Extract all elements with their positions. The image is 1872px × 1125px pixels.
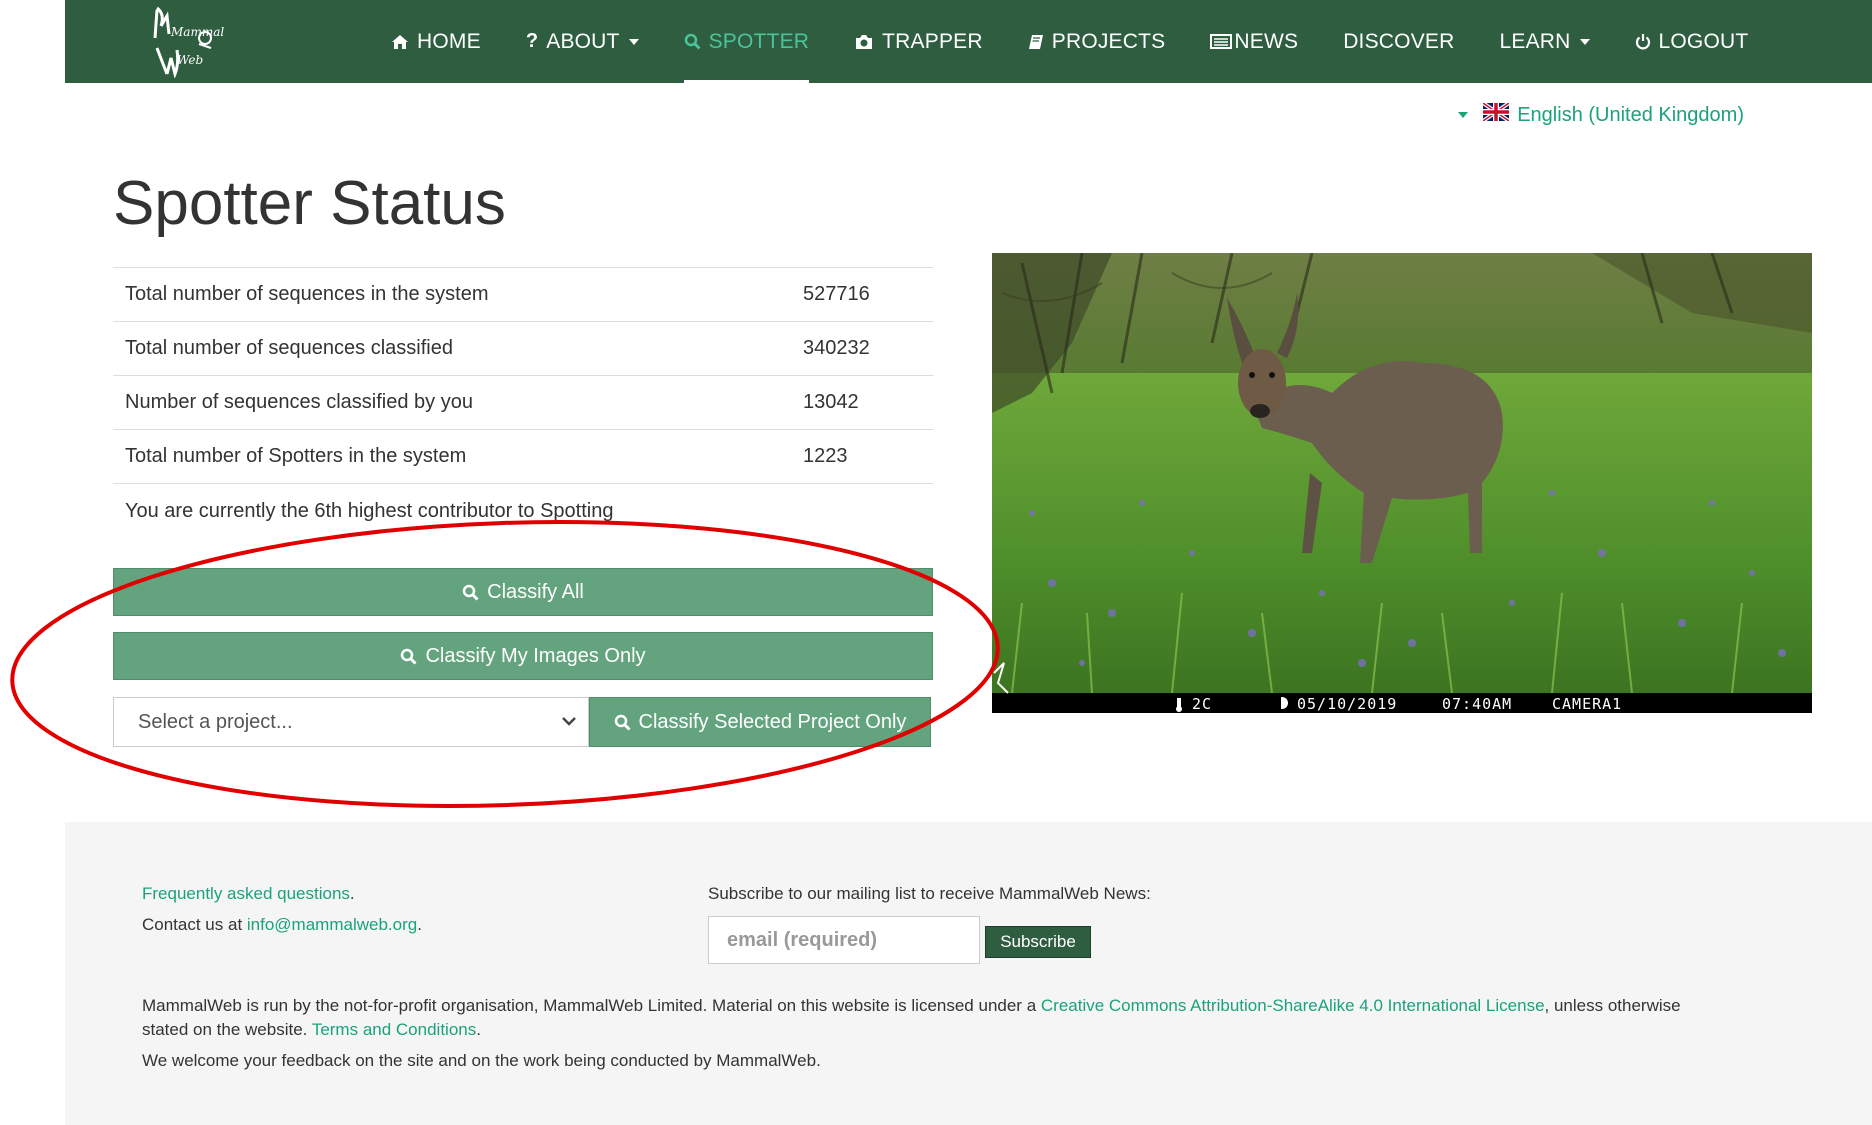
power-icon xyxy=(1635,33,1651,50)
project-select[interactable]: Select a project... xyxy=(113,697,589,747)
nav-trapper[interactable]: TRAPPER xyxy=(854,0,983,83)
mammalweb-logo[interactable]: Mammal Web xyxy=(147,4,227,79)
license-line-2: stated on the website. Terms and Conditi… xyxy=(142,1020,481,1039)
nav-projects-label: PROJECTS xyxy=(1051,29,1166,53)
moon-phase-icon xyxy=(1276,697,1288,709)
faq-link[interactable]: Frequently asked questions xyxy=(142,884,350,903)
camera-icon xyxy=(854,34,874,50)
spotter-stats-table: Total number of sequences in the system … xyxy=(113,267,933,484)
search-icon xyxy=(400,648,418,665)
project-select-placeholder: Select a project... xyxy=(138,710,293,733)
page-title: Spotter Status xyxy=(113,169,506,238)
terms-link[interactable]: Terms and Conditions xyxy=(312,1020,476,1039)
newspaper-icon xyxy=(1210,34,1233,49)
nav-trapper-label: TRAPPER xyxy=(882,29,983,53)
nav-discover[interactable]: DISCOVER xyxy=(1343,0,1454,83)
subscribe-text: Subscribe to our mailing list to receive… xyxy=(708,884,1151,903)
nav-home-label: HOME xyxy=(417,29,481,53)
nav-learn-label: LEARN xyxy=(1499,29,1571,53)
stat-value: 340232 xyxy=(791,321,933,376)
classify-my-images-label: Classify My Images Only xyxy=(425,644,646,667)
license-prefix: MammalWeb is run by the not-for-profit o… xyxy=(142,996,1041,1015)
email-input[interactable] xyxy=(708,916,980,964)
camera-temp: 2C xyxy=(1192,695,1212,713)
search-icon xyxy=(614,714,631,731)
nav-logout-label: LOGOUT xyxy=(1658,29,1749,53)
contact-line: Contact us at info@mammalweb.org. xyxy=(142,915,422,934)
feedback-text: We welcome your feedback on the site and… xyxy=(142,1051,821,1070)
classify-my-images-button[interactable]: Classify My Images Only xyxy=(113,632,933,680)
logo-text-top: Mammal xyxy=(170,25,224,39)
stat-label: Total number of sequences in the system xyxy=(113,267,791,322)
table-row: Total number of sequences classified 340… xyxy=(113,321,933,376)
license-line2: stated on the website. xyxy=(142,1020,312,1039)
table-row: Total number of Spotters in the system 1… xyxy=(113,429,933,484)
chevron-down-icon xyxy=(1579,38,1590,45)
contributor-rank-text: You are currently the 6th highest contri… xyxy=(125,500,614,522)
question-icon: ? xyxy=(525,30,539,52)
contact-prefix: Contact us at xyxy=(142,915,247,934)
nav-news[interactable]: NEWS xyxy=(1210,0,1298,83)
footer: Frequently asked questions. Contact us a… xyxy=(65,822,1872,1125)
caret-down-icon xyxy=(1458,112,1469,118)
table-row: Total number of sequences in the system … xyxy=(113,267,933,322)
classify-all-label: Classify All xyxy=(487,580,584,603)
license-suffix: , unless otherwise xyxy=(1544,996,1681,1015)
stat-value: 13042 xyxy=(791,375,933,430)
page: Mammal Web HOME ? ABOUT SPOTTER TRAPPER … xyxy=(10,0,1872,1125)
camera-date: 05/10/2019 xyxy=(1297,695,1397,713)
search-icon xyxy=(684,33,701,50)
home-icon xyxy=(391,34,409,50)
stat-label: Total number of sequences classified xyxy=(113,321,791,376)
nav-about[interactable]: ? ABOUT xyxy=(526,0,639,83)
table-row xyxy=(113,483,933,484)
nav-projects[interactable]: PROJECTS xyxy=(1028,0,1166,83)
classify-selected-project-label: Classify Selected Project Only xyxy=(638,710,907,733)
language-label: English (United Kingdom) xyxy=(1517,103,1744,126)
contact-email-link[interactable]: info@mammalweb.org xyxy=(247,915,417,934)
logo-text-bottom: Web xyxy=(177,53,203,67)
nav-discover-label: DISCOVER xyxy=(1343,29,1455,53)
camera-trap-photo: 2C 05/10/2019 07:40AM CAMERA1 xyxy=(992,253,1812,713)
nav-learn[interactable]: LEARN xyxy=(1499,0,1590,83)
language-selector[interactable]: English (United Kingdom) xyxy=(1458,101,1744,127)
classify-all-button[interactable]: Classify All xyxy=(113,568,933,616)
chevron-down-icon xyxy=(560,712,578,736)
nav-home[interactable]: HOME xyxy=(391,0,481,83)
camera-id: CAMERA1 xyxy=(1552,695,1622,713)
license-line: MammalWeb is run by the not-for-profit o… xyxy=(142,996,1681,1016)
nav-news-label: NEWS xyxy=(1234,29,1299,53)
nav-about-label: ABOUT xyxy=(546,29,620,53)
subscribe-button[interactable]: Subscribe xyxy=(985,926,1091,958)
stat-value: 1223 xyxy=(791,429,933,484)
chevron-down-icon xyxy=(628,38,639,45)
search-icon xyxy=(462,584,479,601)
nav-spotter[interactable]: SPOTTER xyxy=(683,0,810,83)
license-link[interactable]: Creative Commons Attribution-ShareAlike … xyxy=(1041,996,1545,1015)
nav-logout[interactable]: LOGOUT xyxy=(1635,0,1749,83)
stat-label: Number of sequences classified by you xyxy=(113,375,791,430)
uk-flag-icon xyxy=(1482,101,1511,127)
stat-label: Total number of Spotters in the system xyxy=(113,429,791,484)
classify-selected-project-button[interactable]: Classify Selected Project Only xyxy=(589,697,931,747)
camera-time: 07:40AM xyxy=(1442,695,1512,713)
top-navbar: Mammal Web HOME ? ABOUT SPOTTER TRAPPER … xyxy=(65,0,1872,83)
nav-spotter-label: SPOTTER xyxy=(708,29,810,53)
stat-value: 527716 xyxy=(791,267,933,322)
table-row: Number of sequences classified by you 13… xyxy=(113,375,933,430)
main-nav: HOME ? ABOUT SPOTTER TRAPPER PROJECTS NE… xyxy=(391,0,1793,83)
book-icon xyxy=(1028,34,1044,50)
